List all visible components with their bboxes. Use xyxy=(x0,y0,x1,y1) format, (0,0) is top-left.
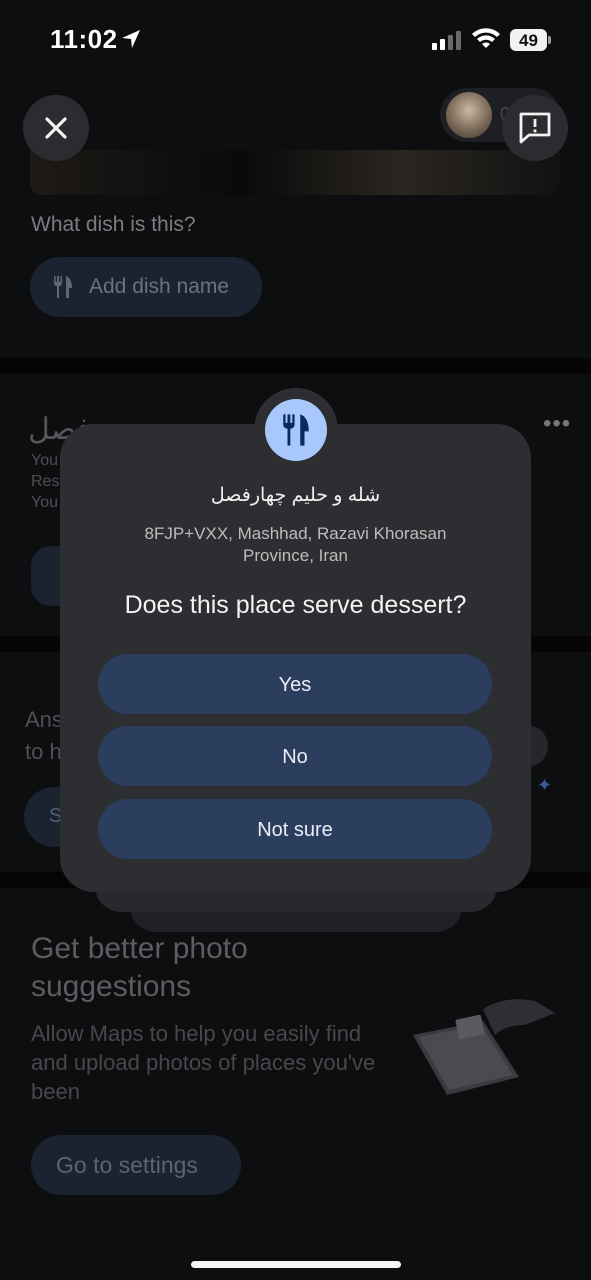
sparkle-icon: ✦ xyxy=(537,775,553,795)
cellular-signal-icon xyxy=(432,31,461,50)
add-dish-label: Add dish name xyxy=(89,275,230,298)
section-divider xyxy=(0,358,591,374)
feedback-icon xyxy=(519,112,551,144)
card-line: You xyxy=(31,494,58,511)
answer-prompt-line: Ans xyxy=(25,707,63,732)
battery-cap xyxy=(548,36,551,44)
phone-photo-illustration xyxy=(413,999,555,1095)
dish-question: What dish is this? xyxy=(31,213,196,236)
location-arrow-icon xyxy=(122,30,140,48)
promo-title-line: suggestions xyxy=(31,970,192,1003)
address-line: 8FJP+VXX, Mashhad, Razavi Khorasan xyxy=(144,524,447,543)
close-icon xyxy=(45,117,67,139)
home-indicator[interactable] xyxy=(191,1261,401,1268)
avatar xyxy=(446,92,492,138)
address-line: Province, Iran xyxy=(243,546,348,565)
utensils-icon xyxy=(283,414,309,446)
card-line: Res xyxy=(31,473,60,490)
battery-indicator: 49 xyxy=(510,29,552,51)
place-address: 8FJP+VXX, Mashhad, Razavi Khorasan Provi… xyxy=(110,523,481,567)
battery-percent: 49 xyxy=(519,31,538,50)
wifi-icon xyxy=(472,28,500,48)
answer-prompt-line: to h xyxy=(25,739,62,764)
close-button[interactable] xyxy=(23,95,89,161)
promo-title-line: Get better photo xyxy=(31,932,248,965)
answer-prompt: Ans to h xyxy=(25,704,63,768)
status-bar: 11:02 49 xyxy=(0,0,591,80)
place-name: شله و حلیم چهارفصل xyxy=(210,485,381,506)
utensils-icon xyxy=(54,276,72,298)
go-to-settings-label: Go to settings xyxy=(56,1152,198,1178)
feedback-button[interactable] xyxy=(502,95,568,161)
answer-yes-label: Yes xyxy=(278,674,312,696)
answer-not-sure-label: Not sure xyxy=(257,819,333,841)
answer-no-label: No xyxy=(282,746,308,768)
dish-photo xyxy=(30,150,560,195)
dialog-question: Does this place serve dessert? xyxy=(124,591,467,619)
promo-description: Allow Maps to help you easily find and u… xyxy=(31,1021,376,1104)
card-line: You xyxy=(31,452,58,469)
promo-title: Get better photo suggestions xyxy=(31,930,248,1006)
more-options-icon[interactable]: ••• xyxy=(543,410,571,438)
status-time: 11:02 xyxy=(50,24,118,54)
